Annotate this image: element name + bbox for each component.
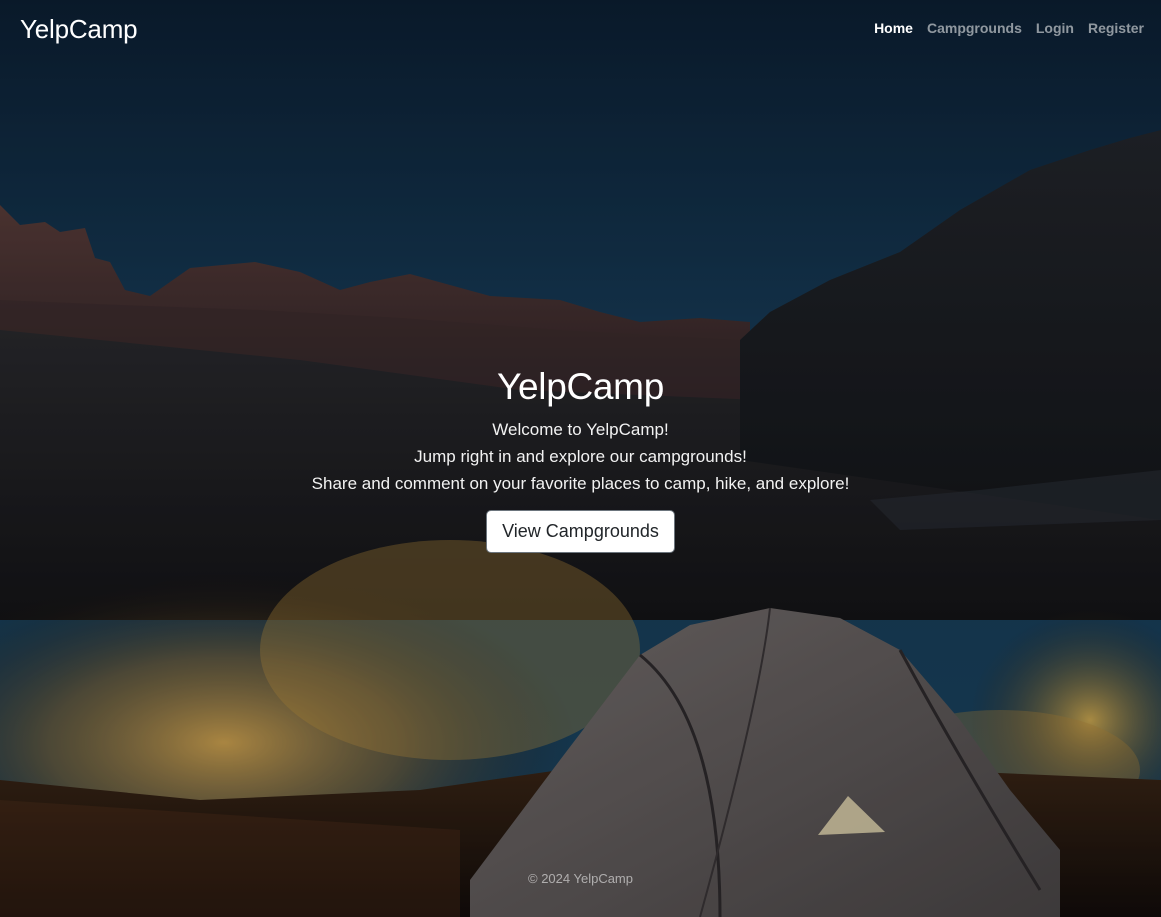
hero-welcome-text: Welcome to YelpCamp! — [492, 420, 669, 439]
nav-link-register[interactable]: Register — [1088, 20, 1144, 36]
hero-explore-text: Jump right in and explore our campground… — [414, 447, 747, 466]
footer-copyright: © 2024 YelpCamp — [528, 871, 633, 886]
view-campgrounds-button[interactable]: View Campgrounds — [486, 510, 675, 553]
nav-link-campgrounds[interactable]: Campgrounds — [927, 20, 1022, 36]
hero-share-text: Share and comment on your favorite place… — [311, 474, 850, 493]
brand-logo-link[interactable]: YelpCamp — [20, 14, 138, 45]
navbar: YelpCamp Home Campgrounds Login Register — [0, 0, 1161, 62]
nav-link-home[interactable]: Home — [874, 20, 913, 36]
hero-section: YelpCamp Welcome to YelpCamp! Jump right… — [0, 364, 1161, 553]
nav-links: Home Campgrounds Login Register — [874, 20, 1144, 36]
hero-title: YelpCamp — [497, 366, 664, 407]
nav-link-login[interactable]: Login — [1036, 20, 1074, 36]
